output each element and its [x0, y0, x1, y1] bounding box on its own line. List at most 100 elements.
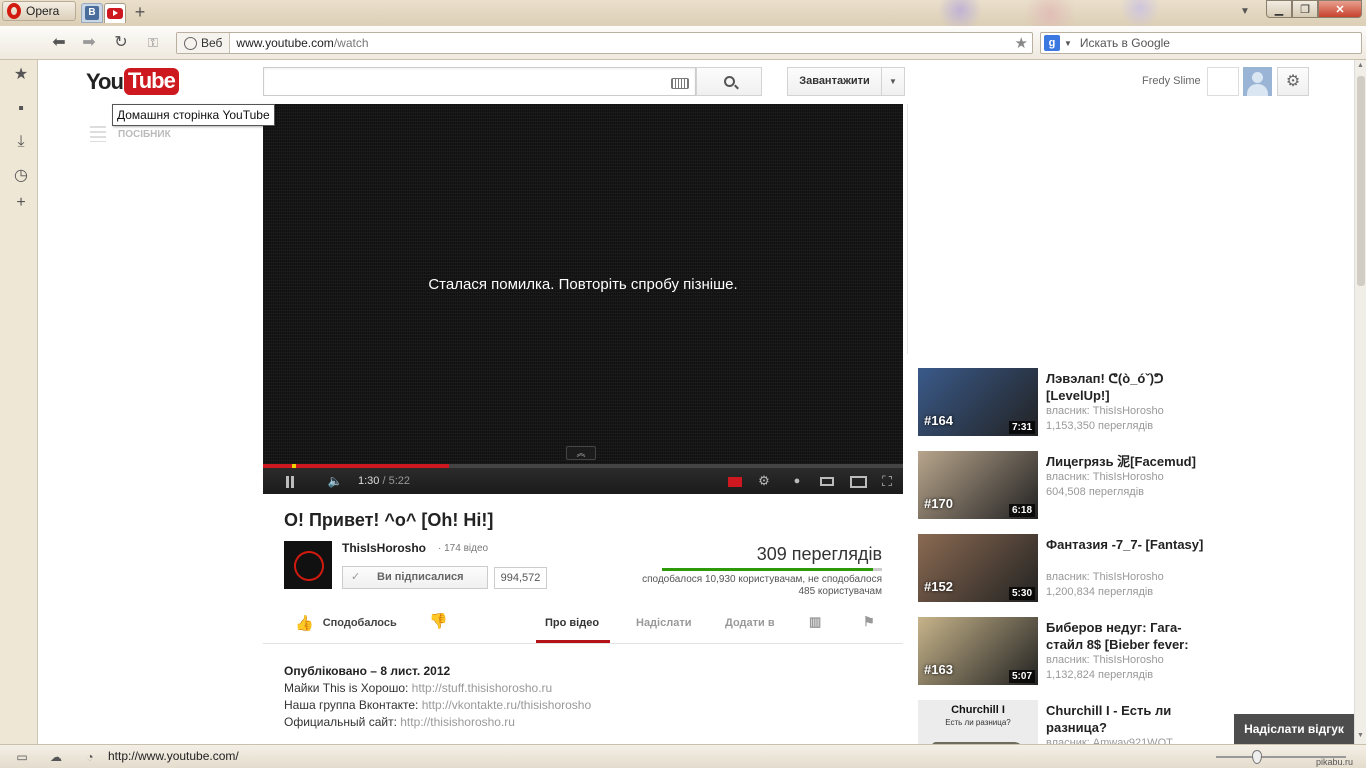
scrollbar-thumb[interactable]	[1357, 76, 1365, 286]
related-video-title[interactable]: Churchill I - Есть ли разница?	[1046, 702, 1206, 736]
youtube-logo[interactable]: You Tube	[86, 68, 179, 95]
minimize-button[interactable]: ▁	[1266, 0, 1292, 18]
thumbnail-caption: Churchill I	[951, 704, 1005, 716]
tab-add-to[interactable]: Додати в	[725, 617, 775, 629]
small-player-icon[interactable]	[815, 468, 839, 494]
related-video-item[interactable]: #164 7:31 Лэвэлап! ᕦ(ò_óˇ)ᕤ [LevelUp!] влас…	[918, 368, 1208, 438]
back-arrow-icon[interactable]: ⬅	[48, 33, 70, 53]
key-icon[interactable]: ⚿	[142, 33, 164, 53]
stats-icon[interactable]: ▥	[809, 614, 821, 630]
notifications-box[interactable]	[1207, 67, 1239, 96]
info-icon[interactable]: ●	[787, 468, 807, 494]
related-video-thumbnail[interactable]: Churchill I Есть ли разница?	[918, 700, 1038, 744]
description-link[interactable]: http://stuff.thisishorosho.ru	[412, 681, 553, 695]
youtube-search-button[interactable]	[696, 67, 762, 96]
description-text: Официальный сайт:	[284, 715, 401, 729]
address-bar[interactable]: Веб www.youtube.com/watch ★	[176, 32, 1033, 54]
tab-vk[interactable]: В	[81, 3, 103, 23]
related-video-item[interactable]: Churchill I Есть ли разница? Churchill I -…	[918, 700, 1208, 744]
channel-name[interactable]: ThisIsHorosho	[342, 541, 426, 555]
web-badge[interactable]: Веб	[177, 33, 231, 53]
annotations-icon[interactable]	[725, 468, 745, 494]
scroll-down-icon[interactable]: ▼	[1357, 732, 1364, 739]
player-expand-chevron-icon[interactable]: ︽	[566, 446, 596, 460]
new-tab-button[interactable]: +	[131, 2, 149, 22]
opera-menu-button[interactable]: Opera	[2, 1, 76, 21]
related-video-title[interactable]: Лицегрязь 泥[Facemud]	[1046, 453, 1206, 470]
username[interactable]: Fredy Slime	[1142, 75, 1201, 87]
upload-button[interactable]: Завантажити	[787, 67, 882, 96]
opera-menu-label: Opera	[26, 4, 60, 18]
close-window-button[interactable]: ✕	[1318, 0, 1362, 18]
related-video-item[interactable]: #170 6:18 Лицегрязь 泥[Facemud] власник: Thi…	[918, 451, 1208, 521]
episode-number: #163	[924, 662, 953, 677]
send-feedback-button[interactable]: Надіслати відгук	[1234, 714, 1354, 744]
youtube-search-input[interactable]	[263, 67, 696, 96]
add-panel-icon[interactable]: +	[12, 194, 30, 212]
thumbs-down-icon[interactable]: 👎	[429, 612, 448, 630]
panel-toggle-icon[interactable]: ▭	[14, 749, 30, 765]
bookmark-star-icon[interactable]: ★	[1015, 34, 1028, 52]
zoom-slider-knob[interactable]	[1252, 750, 1262, 764]
subscribe-button[interactable]: ✓ Ви підписалися	[342, 566, 488, 589]
avatar[interactable]	[1243, 67, 1272, 96]
player-controls: 🔈 1:30 / 5:22 ⚙ ● ⛶	[263, 468, 903, 494]
avatar-head	[1252, 72, 1263, 83]
video-duration: 6:18	[1008, 504, 1035, 517]
youtube-favicon-icon	[107, 8, 123, 19]
channel-thumbnail[interactable]	[284, 541, 332, 589]
guide-menu-icon[interactable]	[90, 126, 106, 142]
video-player[interactable]: Сталася помилка. Повторіть спробу пізніш…	[263, 104, 903, 494]
speed-dial-gauge-icon[interactable]: ◔	[82, 749, 98, 765]
history-clock-icon[interactable]: ◷	[12, 167, 30, 185]
engine-dropdown-chevron-icon[interactable]: ▼	[1064, 39, 1072, 48]
related-video-title[interactable]: Лэвэлап! ᕦ(ò_óˇ)ᕤ [LevelUp!]	[1046, 370, 1206, 404]
description-link[interactable]: http://thisishorosho.ru	[400, 715, 515, 729]
upload-dropdown-chevron-icon[interactable]: ▼	[881, 67, 905, 96]
settings-gear-icon[interactable]: ⚙	[1277, 67, 1309, 96]
cloud-icon[interactable]: ☁	[48, 749, 64, 765]
large-player-icon[interactable]	[845, 468, 871, 494]
related-video-title[interactable]: Биберов недуг: Гага-стайл 8$ [Bieber fev…	[1046, 619, 1206, 653]
bookmarks-star-icon[interactable]: ★	[12, 66, 30, 84]
url-path: /watch	[333, 36, 369, 50]
subscribe-label: Ви підписалися	[377, 571, 464, 583]
scroll-up-icon[interactable]: ▲	[1357, 62, 1364, 69]
youtube-header: You Tube Завантажити ▼ Fredy Slime ⚙	[38, 60, 1354, 104]
active-tab-underline	[536, 640, 610, 643]
maximize-button[interactable]: ❐	[1292, 0, 1318, 18]
related-video-item[interactable]: #163 5:07 Биберов недуг: Гага-стайл 8$ [Bi…	[918, 617, 1208, 687]
tab-menu-chevron-icon[interactable]: ▼	[1240, 6, 1250, 17]
tab-share[interactable]: Надіслати	[636, 617, 691, 629]
related-video-item[interactable]: #152 5:30 Фантазия -7_7- [Fantasy] власник:…	[918, 534, 1208, 604]
pause-icon[interactable]	[277, 468, 303, 494]
flag-icon[interactable]: ⚑	[863, 614, 875, 630]
fullscreen-icon[interactable]: ⛶	[875, 468, 899, 494]
tab-about[interactable]: Про відео	[545, 617, 599, 629]
page-scrollbar[interactable]: ▲ ▼	[1354, 60, 1366, 744]
related-video-thumbnail[interactable]: #163 5:07	[918, 617, 1038, 685]
forward-arrow-icon[interactable]: ➡	[78, 33, 100, 53]
related-video-thumbnail[interactable]: #164 7:31	[918, 368, 1038, 436]
downloads-icon[interactable]: ⤓	[12, 133, 30, 151]
like-button[interactable]: 👍 Сподобалось	[295, 614, 397, 632]
notes-icon[interactable]: ▪	[12, 100, 30, 118]
tab-youtube[interactable]	[104, 3, 126, 23]
related-video-title[interactable]: Фантазия -7_7- [Fantasy]	[1046, 536, 1206, 553]
related-video-thumbnail[interactable]: #170 6:18	[918, 451, 1038, 519]
browser-search-field[interactable]: g ▼ Искать в Google	[1040, 32, 1362, 54]
time-display: 1:30 / 5:22	[358, 468, 410, 494]
url-text[interactable]: www.youtube.com/watch	[230, 36, 368, 50]
description-link[interactable]: http://vkontakte.ru/thisishorosho	[422, 698, 591, 712]
video-duration: 5:30	[1008, 587, 1035, 600]
player-settings-gear-icon[interactable]: ⚙	[754, 468, 774, 494]
guide-label[interactable]: ПОСІБНИК	[118, 129, 171, 140]
url-host: www.youtube.com	[236, 36, 334, 50]
volume-icon[interactable]: 🔈	[323, 468, 347, 494]
google-icon[interactable]: g	[1044, 35, 1060, 51]
keyboard-icon[interactable]	[671, 78, 689, 89]
reload-icon[interactable]: ↻	[110, 33, 132, 53]
avatar-body	[1247, 84, 1268, 96]
web-badge-label: Веб	[201, 36, 223, 50]
related-video-thumbnail[interactable]: #152 5:30	[918, 534, 1038, 602]
